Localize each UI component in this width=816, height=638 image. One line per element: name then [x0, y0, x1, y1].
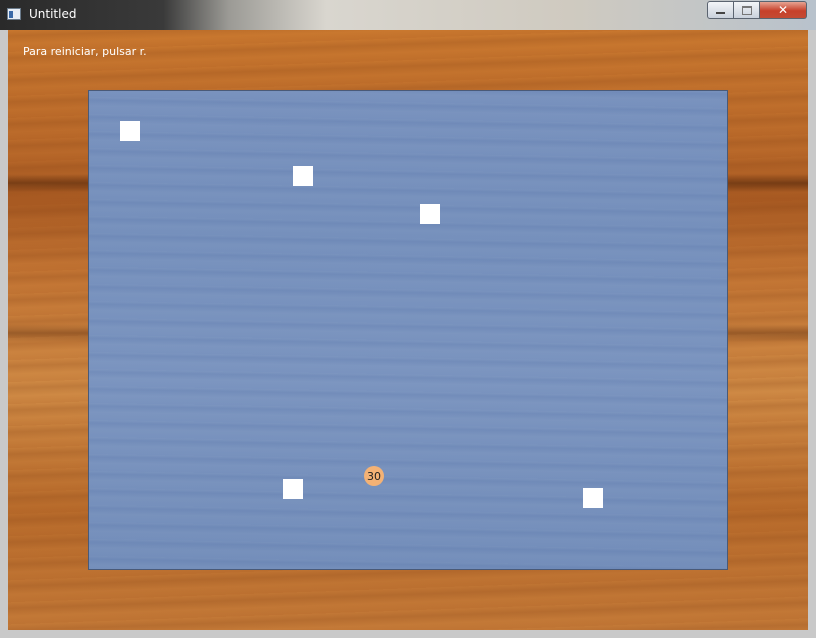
block	[583, 488, 603, 508]
close-icon: ✕	[777, 3, 789, 17]
maximize-button[interactable]	[734, 1, 760, 19]
block	[420, 204, 440, 224]
block	[293, 166, 313, 186]
app-window: Untitled ✕ Para reiniciar, pulsar r. 30	[0, 0, 816, 638]
window-controls: ✕	[707, 1, 807, 20]
app-window-icon	[7, 8, 21, 20]
game-canvas[interactable]: Para reiniciar, pulsar r. 30	[8, 30, 808, 630]
restart-hint: Para reiniciar, pulsar r.	[23, 45, 147, 58]
game-board[interactable]: 30	[88, 90, 728, 570]
minimize-button[interactable]	[707, 1, 734, 19]
minimize-icon	[716, 12, 725, 14]
title-bar[interactable]: Untitled ✕	[0, 0, 816, 30]
close-button[interactable]: ✕	[760, 1, 807, 19]
ball-label: 30	[367, 469, 381, 483]
block	[283, 479, 303, 499]
block	[120, 121, 140, 141]
window-title: Untitled	[29, 7, 77, 21]
ball: 30	[364, 466, 384, 486]
maximize-icon	[741, 5, 752, 15]
